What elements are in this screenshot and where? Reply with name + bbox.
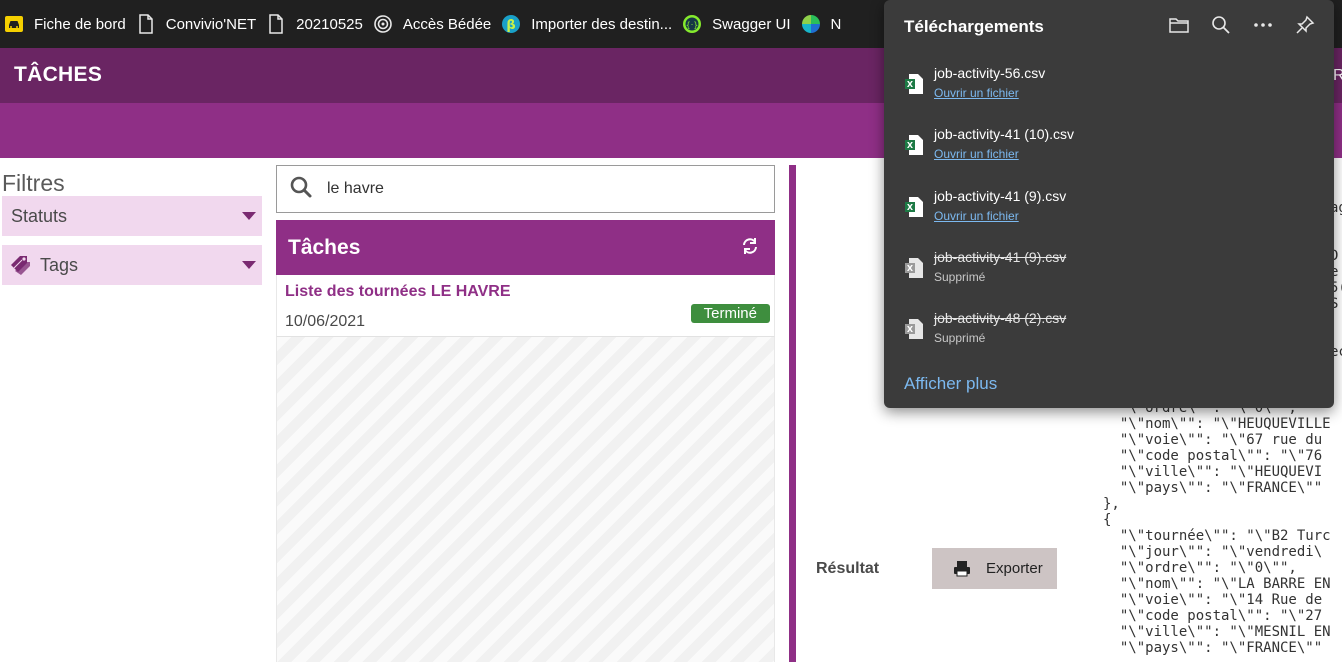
task-date: 10/06/2021 — [285, 313, 366, 330]
status-badge: Terminé — [690, 304, 770, 323]
svg-text:X: X — [907, 203, 914, 212]
download-filename: job-activity-56.csv — [934, 65, 1046, 81]
open-file-link[interactable]: Ouvrir un fichier — [934, 147, 1019, 161]
panel-divider — [789, 165, 796, 662]
task-list-item[interactable]: Liste des tournées LE HAVRE 10/06/2021 T… — [276, 275, 775, 337]
bookmark-label: Fiche de bord — [34, 15, 126, 33]
downloads-panel: Téléchargements X job-activity-56.csv Ou… — [884, 0, 1334, 408]
download-filename: job-activity-41 (10).csv — [934, 126, 1075, 142]
bookmark-label: 20210525 — [296, 15, 363, 33]
download-item[interactable]: X job-activity-56.csv Ouvrir un fichier — [904, 65, 1324, 115]
pin-icon[interactable] — [1294, 14, 1316, 36]
tag-icon — [8, 253, 34, 277]
bookmark-fiche-de-bord[interactable]: Fiche de bord — [4, 0, 136, 48]
download-item[interactable]: X job-activity-48 (2).csv Supprimé — [904, 310, 1324, 360]
bookmark-importer[interactable]: β Importer des destin... — [501, 0, 682, 48]
tags-filter-label: Tags — [40, 254, 79, 275]
page-icon — [266, 14, 286, 34]
show-more-link[interactable]: Afficher plus — [904, 374, 997, 394]
search-box — [276, 165, 775, 213]
status-filter-dropdown[interactable]: Statuts — [2, 196, 262, 236]
folder-icon[interactable] — [1168, 14, 1190, 36]
downloads-toolbar — [1168, 14, 1316, 36]
tasks-title: Tâches — [288, 235, 361, 259]
bookmark-label: N — [830, 15, 842, 33]
status-filter-label: Statuts — [11, 205, 68, 226]
download-filename: job-activity-41 (9).csv — [934, 188, 1067, 204]
downloads-title: Téléchargements — [904, 17, 1044, 36]
page-title: TÂCHES — [14, 63, 103, 86]
download-item[interactable]: X job-activity-41 (10).csv Ouvrir un fic… — [904, 126, 1324, 176]
swagger-icon: {·} — [682, 14, 702, 34]
result-json: "\"ordre\"": "\"0\"", "\"nom\"": "\"HEUQ… — [1103, 400, 1331, 656]
tags-filter-dropdown[interactable]: Tags — [2, 245, 262, 285]
tasks-panel-header: Tâches — [276, 220, 775, 275]
printer-icon — [952, 560, 974, 578]
export-button[interactable]: Exporter — [932, 548, 1057, 589]
deleted-file-icon: X — [904, 318, 924, 340]
svg-text:X: X — [907, 325, 914, 334]
task-list-empty-area — [276, 337, 775, 662]
more-options-icon[interactable] — [1252, 14, 1274, 36]
chevron-down-icon — [242, 212, 256, 220]
download-item[interactable]: X job-activity-41 (9).csv Supprimé — [904, 249, 1324, 299]
bookmark-acces-bedee[interactable]: Accès Bédée — [373, 0, 501, 48]
download-item[interactable]: X job-activity-41 (9).csv Ouvrir un fich… — [904, 188, 1324, 238]
bookmark-20210525[interactable]: 20210525 — [266, 0, 373, 48]
bookmark-n[interactable]: N — [801, 0, 852, 48]
car-icon — [4, 14, 24, 34]
bookmark-label: Importer des destin... — [531, 15, 673, 33]
search-icon[interactable] — [1210, 14, 1232, 36]
refresh-icon[interactable] — [741, 237, 759, 255]
deleted-file-icon: X — [904, 257, 924, 279]
download-status: Supprimé — [934, 270, 986, 284]
download-filename: job-activity-48 (2).csv — [934, 310, 1067, 326]
export-label: Exporter — [986, 560, 1043, 577]
header-right-text[interactable]: R — [1333, 67, 1342, 85]
task-title: Liste des tournées LE HAVRE — [285, 283, 511, 300]
result-label: Résultat — [816, 560, 880, 577]
page-icon — [136, 14, 156, 34]
beta-icon: β — [501, 14, 521, 34]
bookmark-swagger-ui[interactable]: {·} Swagger UI — [682, 0, 800, 48]
svg-text:X: X — [907, 80, 914, 89]
excel-file-icon: X — [904, 134, 924, 156]
open-file-link[interactable]: Ouvrir un fichier — [934, 209, 1019, 223]
bookmark-convivionet[interactable]: Convivio'NET — [136, 0, 266, 48]
filters-title: Filtres — [2, 170, 65, 196]
svg-text:X: X — [907, 141, 914, 150]
svg-text:X: X — [907, 264, 914, 273]
svg-text:{·}: {·} — [686, 21, 699, 30]
colorwheel-icon — [801, 14, 821, 34]
download-status: Supprimé — [934, 331, 986, 345]
bookmark-label: Swagger UI — [712, 15, 791, 33]
search-icon — [289, 175, 313, 204]
chevron-down-icon — [242, 261, 256, 269]
excel-file-icon: X — [904, 73, 924, 95]
bookmark-label: Accès Bédée — [402, 15, 492, 33]
bookmark-label: Convivio'NET — [165, 15, 257, 33]
open-file-link[interactable]: Ouvrir un fichier — [934, 86, 1019, 100]
svg-text:β: β — [507, 18, 516, 33]
swirl-icon — [373, 14, 393, 34]
excel-file-icon: X — [904, 196, 924, 218]
download-filename: job-activity-41 (9).csv — [934, 249, 1067, 265]
search-input[interactable] — [327, 180, 747, 198]
